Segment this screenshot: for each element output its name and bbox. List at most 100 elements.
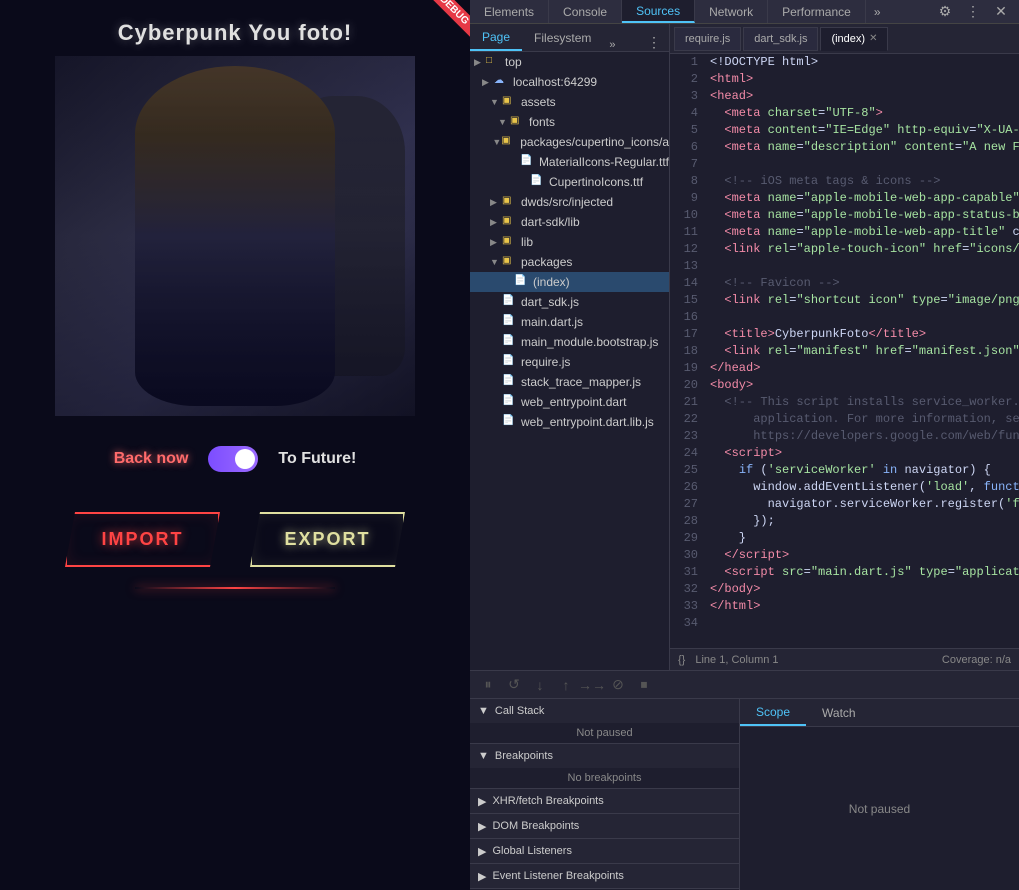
tab-performance[interactable]: Performance bbox=[768, 0, 866, 23]
step-over-button[interactable]: ↺ bbox=[504, 675, 524, 695]
dom-breakpoints-header[interactable]: ▶ DOM Breakpoints bbox=[470, 814, 739, 838]
tree-stack-trace[interactable]: ▶ 📄 stack_trace_mapper.js bbox=[470, 372, 669, 392]
panel-subtabs: Page Filesystem » ⋮ bbox=[470, 24, 669, 52]
event-listener-header[interactable]: ▶ Event Listener Breakpoints bbox=[470, 864, 739, 888]
deactivate-breakpoints[interactable]: ⊘ bbox=[608, 675, 628, 695]
subtab-more[interactable]: » bbox=[603, 39, 621, 51]
code-line-10: 10 <meta name="apple-mobile-web-app-stat… bbox=[670, 207, 1019, 224]
global-listeners-header[interactable]: ▶ Global Listeners bbox=[470, 839, 739, 863]
code-editor[interactable]: 1<!DOCTYPE html>2<html>3<head>4 <meta ch… bbox=[670, 54, 1019, 648]
tree-web-entrypoint-dart[interactable]: ▶ 📄 web_entrypoint.dart bbox=[470, 392, 669, 412]
toggle-switch[interactable] bbox=[208, 446, 258, 472]
subtab-page[interactable]: Page bbox=[470, 25, 522, 51]
decorative-line bbox=[135, 587, 335, 589]
file-tree: Page Filesystem » ⋮ ▶ □ top ▶ ☁ localhos… bbox=[470, 24, 670, 670]
app-panel: DEBUG Cyberpunk You foto! Back now To Fu… bbox=[0, 0, 470, 890]
code-line-13: 13 bbox=[670, 258, 1019, 275]
event-arrow: ▶ bbox=[478, 870, 486, 883]
tree-lib[interactable]: ▶ ▣ lib bbox=[470, 232, 669, 252]
xhr-section: ▶ XHR/fetch Breakpoints bbox=[470, 789, 739, 814]
code-line-24: 24 <script> bbox=[670, 445, 1019, 462]
source-tab-dart-sdk[interactable]: dart_sdk.js bbox=[743, 27, 818, 51]
tab-sources[interactable]: Sources bbox=[622, 0, 695, 23]
code-line-2: 2<html> bbox=[670, 71, 1019, 88]
scope-watch-tabs: Scope Watch bbox=[740, 699, 1019, 727]
tab-scope[interactable]: Scope bbox=[740, 700, 806, 726]
event-label: Event Listener Breakpoints bbox=[492, 870, 623, 882]
code-line-32: 32</body> bbox=[670, 581, 1019, 598]
import-button[interactable]: IMPORT bbox=[65, 512, 220, 567]
code-line-11: 11 <meta name="apple-mobile-web-app-titl… bbox=[670, 224, 1019, 241]
tree-packages[interactable]: ▼ ▣ packages bbox=[470, 252, 669, 272]
global-listeners-section: ▶ Global Listeners bbox=[470, 839, 739, 864]
format-button[interactable]: {} bbox=[678, 654, 685, 666]
code-line-34: 34 bbox=[670, 615, 1019, 632]
devtools-panel: Elements Console Sources Network Perform… bbox=[470, 0, 1019, 890]
code-line-12: 12 <link rel="apple-touch-icon" href="ic… bbox=[670, 241, 1019, 258]
file-tree-menu[interactable]: ⋮ bbox=[639, 34, 669, 51]
code-line-14: 14 <!-- Favicon --> bbox=[670, 275, 1019, 292]
tab-more[interactable]: » bbox=[866, 5, 889, 19]
code-line-23: 23 https://developers.google.com/web/fun… bbox=[670, 428, 1019, 445]
pause-button[interactable]: ⏸ bbox=[478, 675, 498, 695]
devtools-topbar: Elements Console Sources Network Perform… bbox=[470, 0, 1019, 24]
code-line-17: 17 <title>CyberpunkFoto</title> bbox=[670, 326, 1019, 343]
code-line-30: 30 </script> bbox=[670, 547, 1019, 564]
debugger-content: ▼ Call Stack Not paused ▼ Breakpoints No… bbox=[470, 699, 1019, 890]
more-options-icon[interactable]: ⋮ bbox=[963, 2, 983, 22]
debugger-panel: ⏸ ↺ ↓ ↑ →→ ⊘ ⏹ ▼ Call Stack Not paused bbox=[470, 670, 1019, 890]
tree-dwds[interactable]: ▶ ▣ dwds/src/injected bbox=[470, 192, 669, 212]
source-tab-index[interactable]: (index) ✕ bbox=[820, 27, 888, 51]
step-into-button[interactable]: ↓ bbox=[530, 675, 550, 695]
code-line-8: 8 <!-- iOS meta tags & icons --> bbox=[670, 173, 1019, 190]
source-tab-require[interactable]: require.js bbox=[674, 27, 741, 51]
breakpoints-content: No breakpoints bbox=[470, 768, 739, 788]
code-line-33: 33</html> bbox=[670, 598, 1019, 615]
dom-breakpoints-section: ▶ DOM Breakpoints bbox=[470, 814, 739, 839]
dom-label: DOM Breakpoints bbox=[492, 820, 579, 832]
code-line-27: 27 navigator.serviceWorker.register('flu… bbox=[670, 496, 1019, 513]
tree-packages-cupertino[interactable]: ▼ ▣ packages/cupertino_icons/a bbox=[470, 132, 669, 152]
tree-localhost[interactable]: ▶ ☁ localhost:64299 bbox=[470, 72, 669, 92]
debug-badge: DEBUG bbox=[428, 0, 470, 37]
xhr-header[interactable]: ▶ XHR/fetch Breakpoints bbox=[470, 789, 739, 813]
subtab-filesystem[interactable]: Filesystem bbox=[522, 25, 603, 51]
dom-arrow: ▶ bbox=[478, 820, 486, 833]
close-icon[interactable]: ✕ bbox=[991, 2, 1011, 22]
tree-cupertinoicons[interactable]: ▶ 📄 CupertinoIcons.ttf bbox=[470, 172, 669, 192]
code-line-19: 19</head> bbox=[670, 360, 1019, 377]
call-stack-section: ▼ Call Stack Not paused bbox=[470, 699, 739, 744]
step-out-button[interactable]: ↑ bbox=[556, 675, 576, 695]
xhr-label: XHR/fetch Breakpoints bbox=[492, 795, 603, 807]
tree-dart-sdk-js[interactable]: ▶ 📄 dart_sdk.js bbox=[470, 292, 669, 312]
step-button[interactable]: →→ bbox=[582, 675, 602, 695]
tab-watch[interactable]: Watch bbox=[806, 700, 872, 726]
tree-web-entrypoint-lib[interactable]: ▶ 📄 web_entrypoint.dart.lib.js bbox=[470, 412, 669, 432]
source-tab-close[interactable]: ✕ bbox=[869, 33, 877, 44]
export-button[interactable]: EXPORT bbox=[250, 512, 405, 567]
debugger-left: ▼ Call Stack Not paused ▼ Breakpoints No… bbox=[470, 699, 740, 890]
tree-dart-sdk[interactable]: ▶ ▣ dart-sdk/lib bbox=[470, 212, 669, 232]
call-stack-header[interactable]: ▼ Call Stack bbox=[470, 699, 739, 723]
event-listener-section: ▶ Event Listener Breakpoints bbox=[470, 864, 739, 889]
stop-button[interactable]: ⏹ bbox=[634, 675, 654, 695]
tab-network[interactable]: Network bbox=[695, 0, 768, 23]
global-arrow: ▶ bbox=[478, 845, 486, 858]
tree-main-module[interactable]: ▶ 📄 main_module.bootstrap.js bbox=[470, 332, 669, 352]
code-line-5: 5 <meta content="IE=Edge" http-equiv="X-… bbox=[670, 122, 1019, 139]
tree-main-dart-js[interactable]: ▶ 📄 main.dart.js bbox=[470, 312, 669, 332]
settings-icon[interactable]: ⚙ bbox=[935, 2, 955, 22]
tree-assets[interactable]: ▼ ▣ assets bbox=[470, 92, 669, 112]
tab-console[interactable]: Console bbox=[549, 0, 622, 23]
tree-require-js[interactable]: ▶ 📄 require.js bbox=[470, 352, 669, 372]
code-line-29: 29 } bbox=[670, 530, 1019, 547]
tree-fonts[interactable]: ▼ ▣ fonts bbox=[470, 112, 669, 132]
tab-elements[interactable]: Elements bbox=[470, 0, 549, 23]
tree-root[interactable]: ▶ □ top bbox=[470, 52, 669, 72]
breakpoints-label: Breakpoints bbox=[495, 750, 553, 762]
tree-materialicons[interactable]: ▶ 📄 MaterialIcons-Regular.ttf bbox=[470, 152, 669, 172]
devtools-topbar-right: ⚙ ⋮ ✕ bbox=[935, 2, 1019, 22]
sources-tabs-bar: require.js dart_sdk.js (index) ✕ bbox=[670, 24, 1019, 54]
breakpoints-header[interactable]: ▼ Breakpoints bbox=[470, 744, 739, 768]
tree-index[interactable]: ▶ 📄 (index) bbox=[470, 272, 669, 292]
